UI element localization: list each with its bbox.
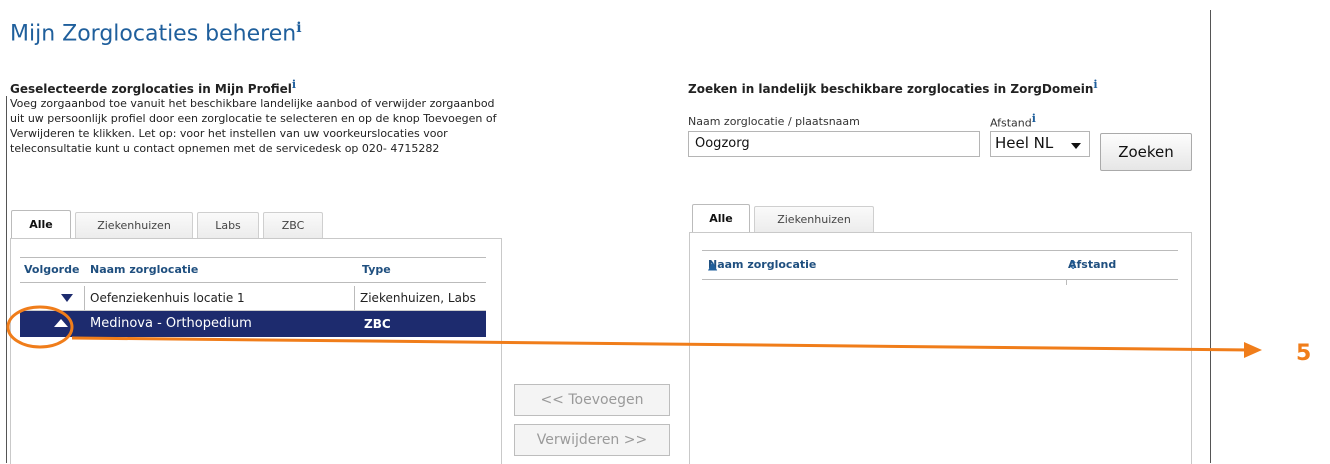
sort-asc-icon[interactable]: ▲ bbox=[708, 251, 717, 279]
left-section-title-text: Geselecteerde zorglocaties in Mijn Profi… bbox=[10, 82, 292, 96]
right-tabs: Alle Ziekenhuizen bbox=[692, 204, 878, 232]
column-header-naam-text: Naam zorglocatie bbox=[708, 258, 817, 271]
callout-arrowhead bbox=[1244, 342, 1262, 358]
info-icon[interactable]: i bbox=[1032, 112, 1036, 125]
row-type: ZBC bbox=[364, 317, 391, 331]
right-border bbox=[1210, 10, 1211, 463]
left-section-title: Geselecteerde zorglocaties in Mijn Profi… bbox=[10, 78, 296, 96]
info-icon[interactable]: i bbox=[292, 78, 296, 91]
left-table-header: Volgorde Naam zorglocatie Type bbox=[20, 257, 486, 283]
tab-labs[interactable]: Labs bbox=[197, 212, 259, 238]
tab-label: Alle bbox=[29, 218, 53, 231]
search-button[interactable]: Zoeken bbox=[1100, 133, 1192, 171]
column-header-volgorde[interactable]: Volgorde bbox=[24, 258, 79, 282]
info-icon[interactable]: i bbox=[296, 20, 301, 36]
tab-alle[interactable]: Alle bbox=[11, 210, 71, 238]
page-title: Mijn Zorglocaties behereni bbox=[10, 20, 302, 46]
tab-label: Ziekenhuizen bbox=[777, 213, 851, 226]
remove-button-label: Verwijderen >> bbox=[536, 432, 648, 448]
left-description: Voeg zorgaanbod toe vanuit het beschikba… bbox=[10, 97, 497, 155]
tab-label: ZBC bbox=[281, 219, 305, 232]
distance-select[interactable]: Heel NL bbox=[990, 131, 1090, 157]
column-header-type[interactable]: Type bbox=[362, 258, 391, 282]
right-table-header: Naam zorglocatie ▲ Afstand ⇕ bbox=[702, 250, 1178, 280]
tab-label: Labs bbox=[215, 219, 241, 232]
name-search-input[interactable]: Oogzorg bbox=[688, 131, 980, 157]
tab-label: Alle bbox=[709, 212, 733, 225]
row-type: Ziekenhuizen, Labs bbox=[360, 291, 476, 305]
distance-label-text: Afstand bbox=[990, 116, 1032, 130]
left-tabs: Alle Ziekenhuizen Labs ZBC bbox=[11, 210, 327, 238]
column-divider bbox=[84, 286, 85, 310]
sort-both-icon[interactable]: ⇕ bbox=[1068, 251, 1078, 279]
left-border bbox=[6, 96, 7, 463]
row-name: Medinova - Orthopedium bbox=[90, 316, 252, 331]
arrow-down-icon[interactable] bbox=[61, 294, 73, 302]
info-icon[interactable]: i bbox=[1093, 78, 1097, 91]
table-row[interactable]: Oefenziekenhuis locatie 1 Ziekenhuizen, … bbox=[20, 286, 486, 311]
tab-zbc[interactable]: ZBC bbox=[263, 212, 323, 238]
callout-number: 5 bbox=[1296, 341, 1312, 366]
arrow-up-icon[interactable] bbox=[54, 319, 68, 327]
table-row-selected[interactable]: Medinova - Orthopedium ZBC bbox=[20, 311, 486, 337]
distance-field-label: Afstandi bbox=[990, 112, 1036, 130]
add-button-label: << Toevoegen bbox=[540, 392, 644, 408]
tab-label: Ziekenhuizen bbox=[97, 219, 171, 232]
add-button[interactable]: << Toevoegen bbox=[514, 384, 670, 416]
page-title-text: Mijn Zorglocaties beheren bbox=[10, 21, 297, 47]
row-name: Oefenziekenhuis locatie 1 bbox=[90, 291, 245, 305]
name-field-label: Naam zorglocatie / plaatsnaam bbox=[688, 115, 860, 128]
right-section-title-text: Zoeken in landelijk beschikbare zorgloca… bbox=[688, 82, 1094, 96]
right-section-title: Zoeken in landelijk beschikbare zorgloca… bbox=[688, 78, 1098, 96]
tab-ziekenhuizen[interactable]: Ziekenhuizen bbox=[75, 212, 193, 238]
column-divider bbox=[354, 286, 355, 310]
search-button-label: Zoeken bbox=[1118, 143, 1174, 161]
distance-select-value: Heel NL bbox=[995, 134, 1054, 152]
column-divider bbox=[1066, 279, 1067, 285]
chevron-down-icon bbox=[1071, 143, 1081, 149]
remove-button[interactable]: Verwijderen >> bbox=[514, 424, 670, 456]
tab-alle[interactable]: Alle bbox=[692, 204, 750, 232]
column-header-naam[interactable]: Naam zorglocatie bbox=[90, 258, 198, 282]
tab-ziekenhuizen[interactable]: Ziekenhuizen bbox=[754, 206, 874, 232]
